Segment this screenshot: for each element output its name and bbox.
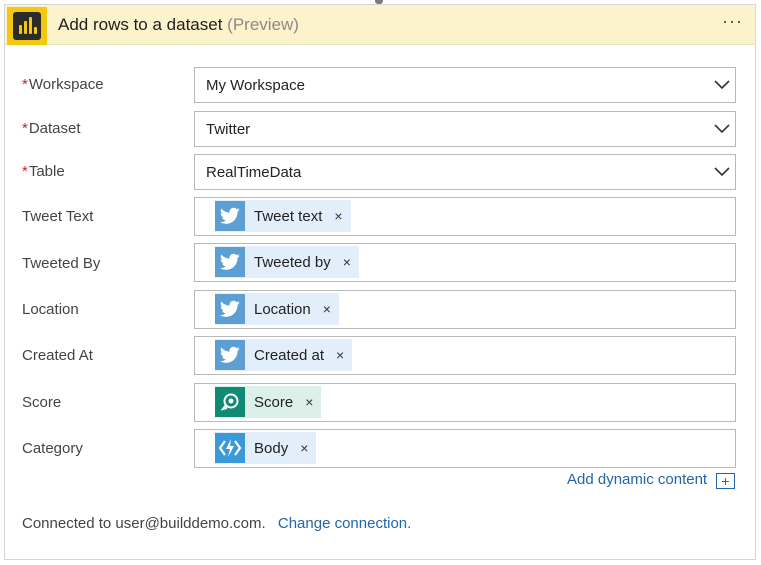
- table-value: RealTimeData: [206, 164, 302, 181]
- token-label: Tweet text: [254, 207, 323, 225]
- power-bi-icon: [7, 7, 47, 45]
- card-title: Add rows to a dataset (Preview): [58, 15, 299, 35]
- required-marker: *: [22, 120, 28, 137]
- required-marker: *: [22, 76, 28, 93]
- token-label: Created at: [254, 346, 325, 364]
- add-dynamic-content-link[interactable]: Add dynamic content: [567, 471, 707, 488]
- category-label: Category: [22, 440, 83, 457]
- dataset-dropdown[interactable]: Twitter: [194, 111, 736, 147]
- twitter-icon: [215, 247, 245, 277]
- dynamic-token-location[interactable]: Location ×: [215, 293, 339, 325]
- token-label: Tweeted by: [254, 253, 331, 271]
- close-icon[interactable]: ×: [334, 208, 342, 224]
- created-at-label: Created At: [22, 347, 93, 364]
- location-label: Location: [22, 301, 79, 318]
- close-icon[interactable]: ×: [336, 347, 344, 363]
- close-icon[interactable]: ×: [305, 394, 313, 410]
- workspace-label-text: Workspace: [28, 76, 104, 93]
- action-card: Add rows to a dataset (Preview) ··· *Wor…: [4, 4, 756, 560]
- close-icon[interactable]: ×: [300, 440, 308, 456]
- location-input[interactable]: Location ×: [194, 290, 736, 329]
- twitter-icon: [215, 201, 245, 231]
- dataset-label: *Dataset: [22, 120, 81, 137]
- table-dropdown[interactable]: RealTimeData: [194, 154, 736, 190]
- card-header[interactable]: Add rows to a dataset (Preview) ···: [5, 5, 755, 45]
- table-label-text: Table: [28, 163, 65, 180]
- score-input[interactable]: Score ×: [194, 383, 736, 422]
- dataset-label-text: Dataset: [28, 120, 81, 137]
- tweet-text-label: Tweet Text: [22, 208, 94, 225]
- close-icon[interactable]: ×: [343, 254, 351, 270]
- card-title-text: Add rows to a dataset: [58, 15, 223, 34]
- add-dynamic-content-icon[interactable]: +: [716, 473, 735, 489]
- token-label: Score: [254, 393, 294, 411]
- token-label: Body: [254, 439, 289, 457]
- dataset-value: Twitter: [206, 121, 251, 138]
- tweeted-by-label: Tweeted By: [22, 255, 101, 272]
- cognitive-services-icon: [215, 387, 245, 417]
- created-at-input[interactable]: Created at ×: [194, 336, 736, 375]
- required-marker: *: [22, 163, 28, 180]
- table-label: *Table: [22, 163, 65, 180]
- tweeted-by-input[interactable]: Tweeted by ×: [194, 243, 736, 282]
- workspace-dropdown[interactable]: My Workspace: [194, 67, 736, 103]
- dynamic-token-score[interactable]: Score ×: [215, 386, 322, 418]
- chevron-down-icon: [714, 167, 730, 177]
- workspace-label: *Workspace: [22, 76, 104, 93]
- dynamic-token-tweeted-by[interactable]: Tweeted by ×: [215, 246, 359, 278]
- connection-footer: Connected to user@builddemo.com. Change …: [22, 515, 411, 532]
- chevron-down-icon: [714, 80, 730, 90]
- workspace-value: My Workspace: [206, 77, 305, 94]
- card-title-preview: (Preview): [227, 15, 299, 34]
- close-icon[interactable]: ×: [323, 301, 331, 317]
- dynamic-token-body[interactable]: Body ×: [215, 432, 317, 464]
- category-input[interactable]: Body ×: [194, 429, 736, 468]
- change-connection-link[interactable]: Change connection.: [278, 515, 411, 532]
- more-options-icon[interactable]: ···: [722, 11, 743, 32]
- twitter-icon: [215, 340, 245, 370]
- dynamic-token-created-at[interactable]: Created at ×: [215, 339, 353, 371]
- twitter-icon: [215, 294, 245, 324]
- dynamic-token-tweet-text[interactable]: Tweet text ×: [215, 200, 351, 232]
- chevron-down-icon: [714, 124, 730, 134]
- tweet-text-input[interactable]: Tweet text ×: [194, 197, 736, 236]
- azure-functions-icon: [215, 433, 245, 463]
- token-label: Location: [254, 300, 311, 318]
- score-label: Score: [22, 394, 62, 411]
- connection-status: Connected to user@builddemo.com.: [22, 515, 266, 532]
